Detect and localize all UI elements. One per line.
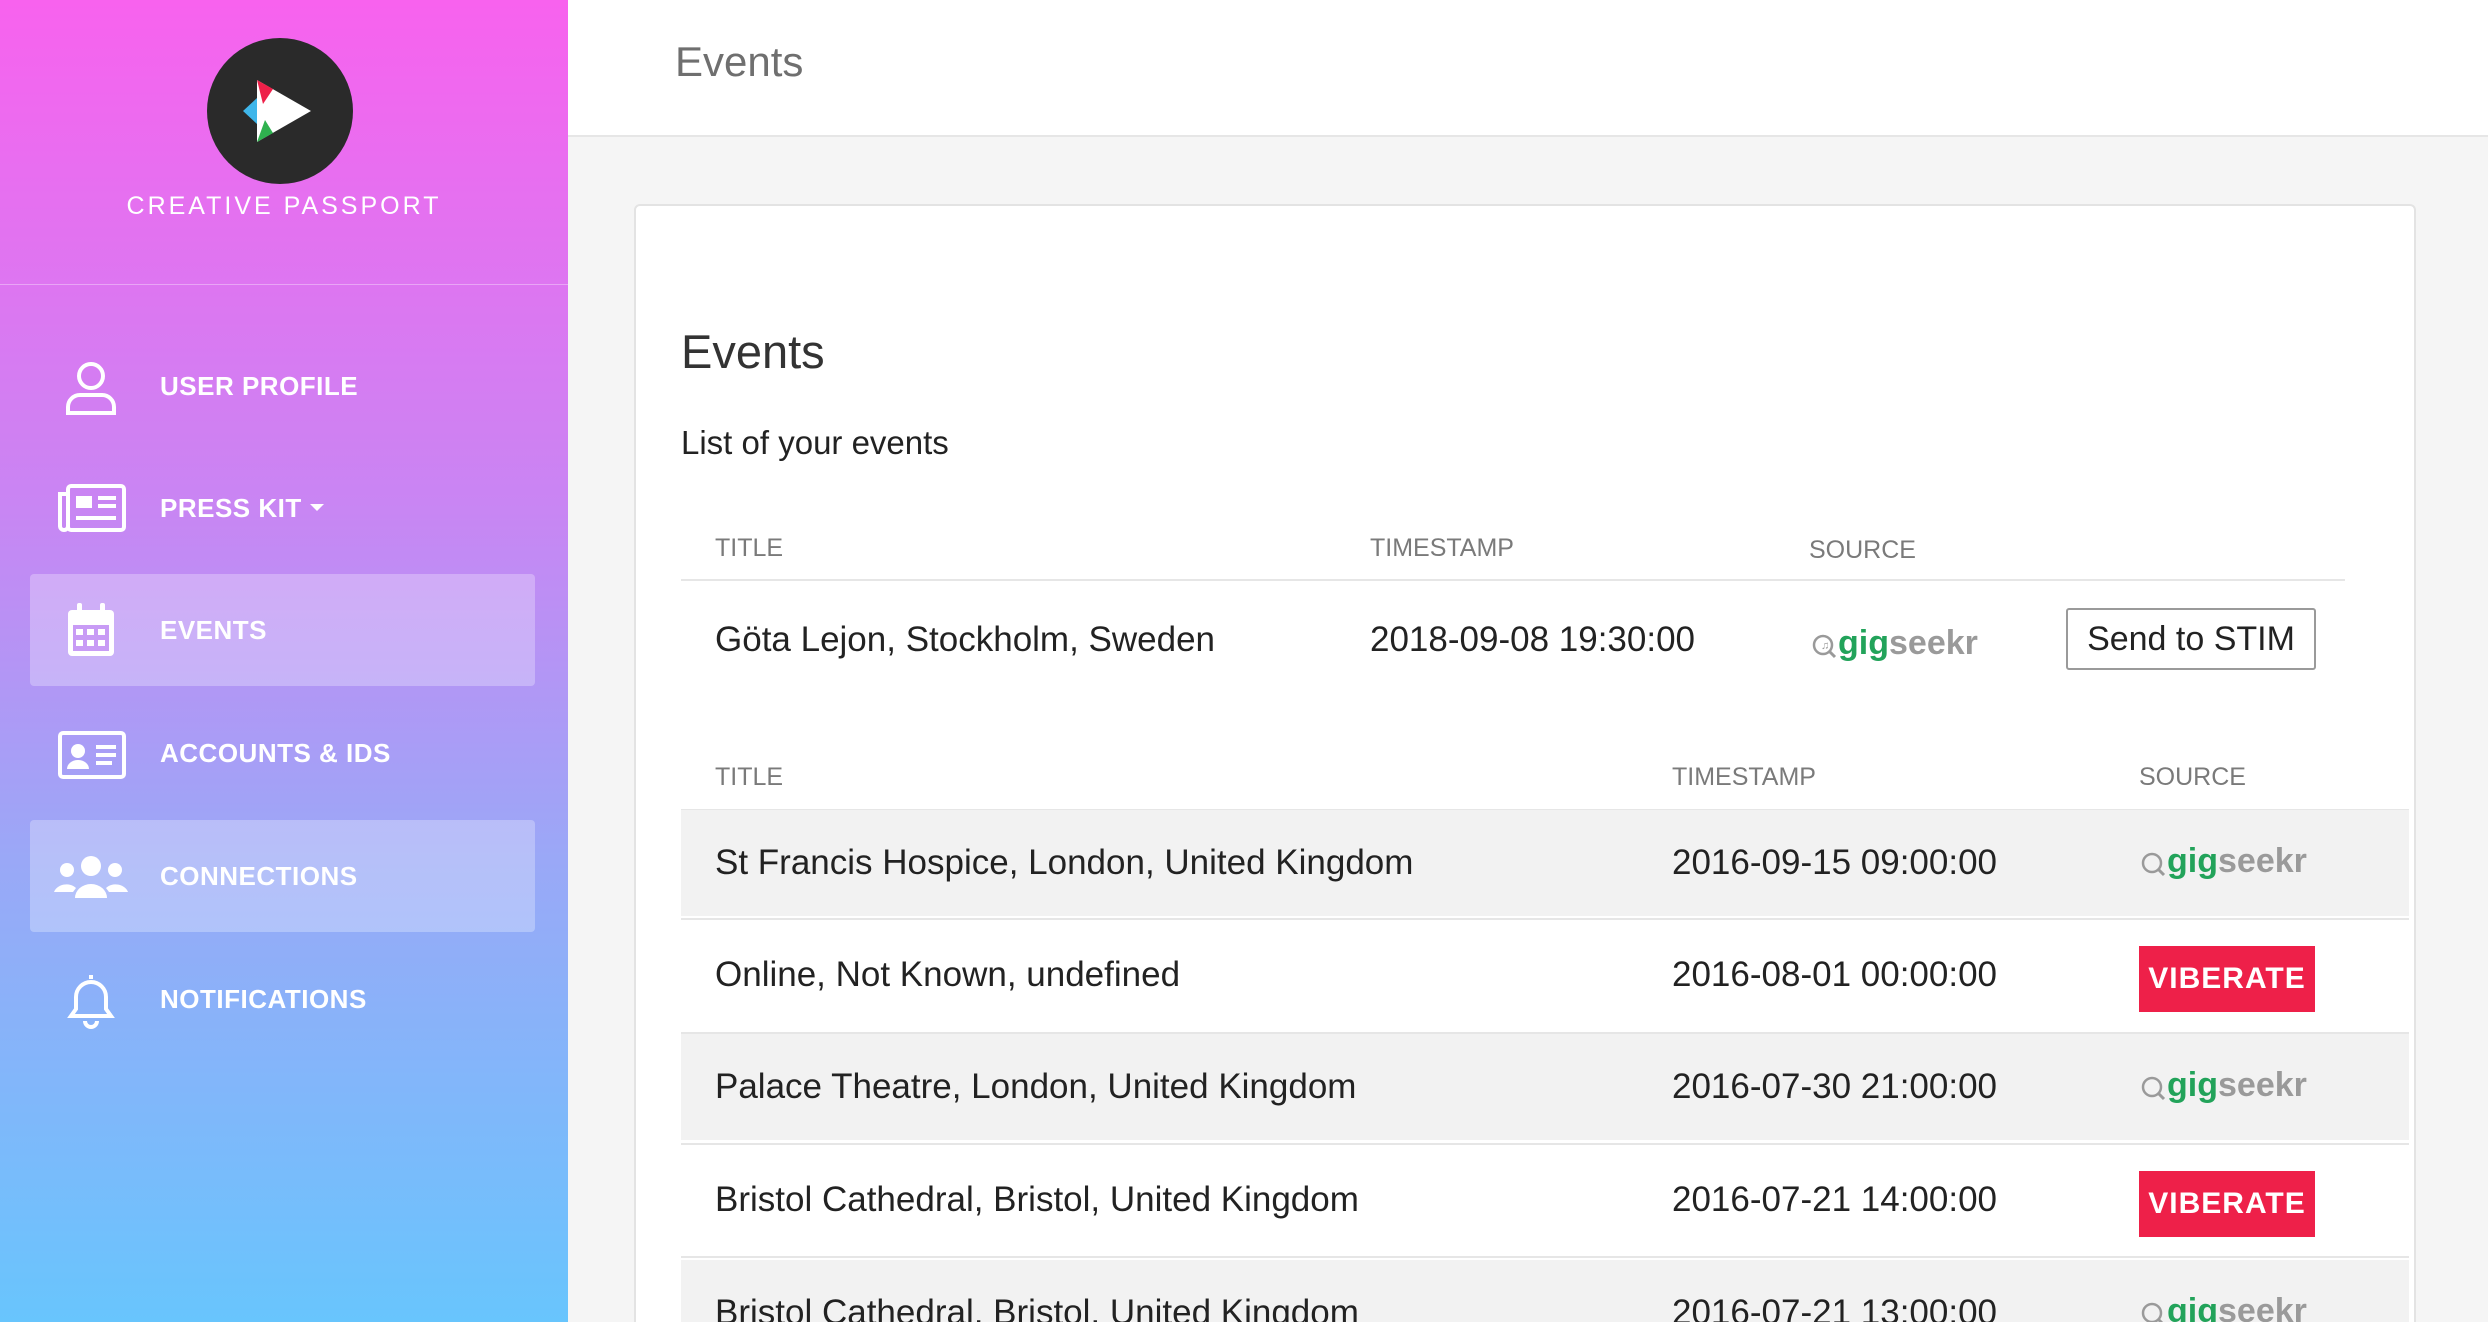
sidebar-item-press-kit[interactable]: PRESS KIT <box>30 452 535 564</box>
sidebar-item-connections[interactable]: CONNECTIONS <box>30 820 535 932</box>
column-header-source: SOURCE <box>1809 536 1916 564</box>
column-header-source: SOURCE <box>2139 763 2246 791</box>
svg-text:gig: gig <box>2167 1292 2218 1322</box>
sidebar-item-accounts-ids[interactable]: ACCOUNTS & IDS <box>30 697 535 809</box>
gigseekr-logo: ♫ gig seekr <box>1810 620 1990 668</box>
svg-text:seekr: seekr <box>2218 1292 2307 1322</box>
user-icon <box>60 356 122 418</box>
sidebar-item-label: ACCOUNTS & IDS <box>160 738 391 768</box>
sidebar-item-label: USER PROFILE <box>160 371 359 401</box>
table-row: St Francis Hospice, London, United Kingd… <box>681 810 2409 916</box>
gigseekr-logo: gig seekr <box>2139 1288 2319 1322</box>
gigseekr-logo: gig seekr <box>2139 1062 2319 1110</box>
event-title: St Francis Hospice, London, United Kingd… <box>715 843 1414 882</box>
event-timestamp: 2018-09-08 19:30:00 <box>1370 620 1695 659</box>
table-row: Bristol Cathedral, Bristol, United Kingd… <box>681 1147 2409 1253</box>
sidebar-divider <box>0 284 568 285</box>
send-to-stim-button[interactable]: Send to STIM <box>2066 608 2316 670</box>
svg-text:♫: ♫ <box>1821 640 1829 652</box>
event-timestamp: 2016-07-30 21:00:00 <box>1672 1067 1997 1106</box>
sidebar-item-label: CONNECTIONS <box>160 861 358 891</box>
column-header-title: TITLE <box>715 763 784 791</box>
viberate-logo: VIBERATE <box>2139 946 2315 1012</box>
bell-icon <box>60 969 122 1031</box>
sidebar-item-notifications[interactable]: NOTIFICATIONS <box>30 943 535 1055</box>
sidebar: CREATIVE PASSPORT USER PROFILE PRESS KIT… <box>0 0 568 1322</box>
newspaper-icon <box>58 478 126 540</box>
svg-text:seekr: seekr <box>1889 624 1978 662</box>
sidebar-item-label: NOTIFICATIONS <box>160 984 367 1014</box>
card-subtitle: List of your events <box>681 424 949 461</box>
svg-text:gig: gig <box>2167 842 2218 880</box>
sidebar-item-label: EVENTS <box>160 615 268 645</box>
svg-text:seekr: seekr <box>2218 1066 2307 1104</box>
logo[interactable]: CREATIVE PASSPORT <box>0 0 568 284</box>
event-title: Bristol Cathedral, Bristol, United Kingd… <box>715 1293 1359 1322</box>
card-title: Events <box>681 325 825 378</box>
event-title: Bristol Cathedral, Bristol, United Kingd… <box>715 1180 1359 1219</box>
table-row: Palace Theatre, London, United Kingdom 2… <box>681 1034 2409 1140</box>
event-title: Göta Lejon, Stockholm, Sweden <box>715 620 1216 659</box>
app-root: CREATIVE PASSPORT USER PROFILE PRESS KIT… <box>0 0 2488 1322</box>
event-timestamp: 2016-09-15 09:00:00 <box>1672 843 1997 882</box>
chevron-down-icon <box>309 503 324 511</box>
event-timestamp: 2016-07-21 13:00:00 <box>1672 1293 1997 1322</box>
row-divider <box>681 1256 2409 1258</box>
id-card-icon <box>58 723 126 785</box>
svg-text:seekr: seekr <box>2218 842 2307 880</box>
table-row: Bristol Cathedral, Bristol, United Kingd… <box>681 1260 2409 1322</box>
event-timestamp: 2016-08-01 00:00:00 <box>1672 955 1997 994</box>
table-row: Online, Not Known, undefined 2016-08-01 … <box>681 922 2409 1028</box>
sidebar-item-press-kit-label: PRESS KIT <box>160 452 324 564</box>
svg-text:gig: gig <box>2167 1066 2218 1104</box>
table-header-divider <box>681 579 2345 581</box>
top-bar: Events <box>568 0 2488 137</box>
row-divider <box>681 1143 2409 1145</box>
column-header-title: TITLE <box>715 534 784 562</box>
calendar-icon <box>60 600 122 662</box>
page-title: Events <box>675 38 804 85</box>
viberate-logo: VIBERATE <box>2139 1171 2315 1237</box>
brand-name: CREATIVE PASSPORT <box>126 192 442 220</box>
sidebar-item-user-profile[interactable]: USER PROFILE <box>30 330 535 442</box>
event-title: Online, Not Known, undefined <box>715 955 1181 994</box>
row-divider <box>681 918 2409 920</box>
column-header-timestamp: TIMESTAMP <box>1370 534 1514 562</box>
play-logo-icon <box>207 38 353 184</box>
svg-text:gig: gig <box>1838 624 1889 662</box>
users-icon <box>54 846 128 908</box>
event-title: Palace Theatre, London, United Kingdom <box>715 1067 1357 1106</box>
sidebar-item-events[interactable]: EVENTS <box>30 574 535 686</box>
events-card: Events List of your events TITLE TIMESTA… <box>634 204 2416 1322</box>
sidebar-item-label: PRESS KIT <box>160 493 302 523</box>
event-timestamp: 2016-07-21 14:00:00 <box>1672 1180 1997 1219</box>
column-header-timestamp: TIMESTAMP <box>1672 763 1816 791</box>
gigseekr-logo: gig seekr <box>2139 838 2319 886</box>
